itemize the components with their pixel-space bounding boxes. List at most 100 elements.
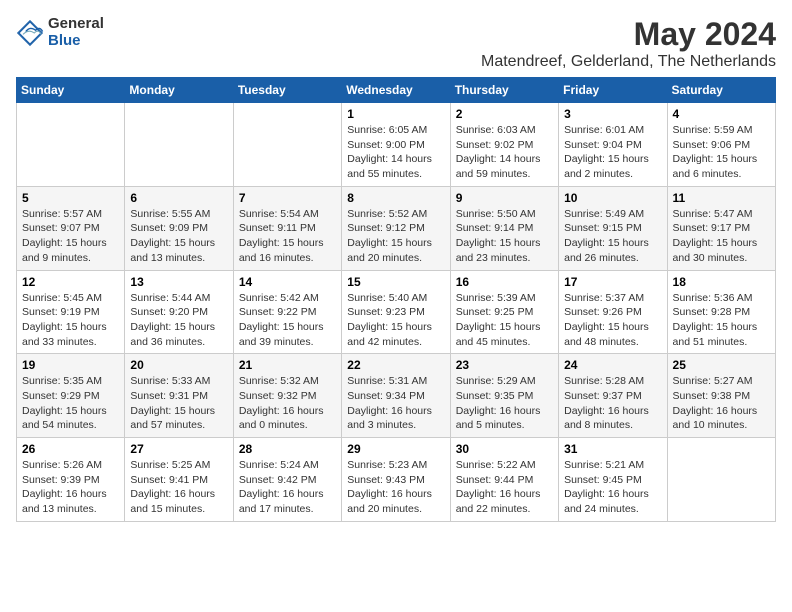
day-number: 2 bbox=[456, 107, 553, 121]
calendar-cell: 7 Sunrise: 5:54 AMSunset: 9:11 PMDaylight… bbox=[233, 186, 341, 270]
day-info: Sunrise: 5:39 AMSunset: 9:25 PMDaylight:… bbox=[456, 291, 553, 350]
weekday-header-sunday: Sunday bbox=[17, 78, 125, 103]
day-number: 3 bbox=[564, 107, 661, 121]
day-info: Sunrise: 5:50 AMSunset: 9:14 PMDaylight:… bbox=[456, 207, 553, 266]
day-info: Sunrise: 5:27 AMSunset: 9:38 PMDaylight:… bbox=[673, 374, 770, 433]
day-info: Sunrise: 5:44 AMSunset: 9:20 PMDaylight:… bbox=[130, 291, 227, 350]
calendar-cell: 12 Sunrise: 5:45 AMSunset: 9:19 PMDayligh… bbox=[17, 270, 125, 354]
day-info: Sunrise: 5:52 AMSunset: 9:12 PMDaylight:… bbox=[347, 207, 444, 266]
calendar-cell: 29 Sunrise: 5:23 AMSunset: 9:43 PMDayligh… bbox=[342, 438, 450, 522]
day-number: 5 bbox=[22, 191, 119, 205]
day-info: Sunrise: 5:33 AMSunset: 9:31 PMDaylight:… bbox=[130, 374, 227, 433]
weekday-header-wednesday: Wednesday bbox=[342, 78, 450, 103]
calendar-week-row: 1Sunrise: 6:05 AMSunset: 9:00 PMDaylight… bbox=[17, 103, 776, 187]
day-number: 30 bbox=[456, 442, 553, 456]
logo-text: General Blue bbox=[48, 16, 104, 49]
location-subtitle: Matendreef, Gelderland, The Netherlands bbox=[481, 53, 776, 71]
calendar-cell: 24 Sunrise: 5:28 AMSunset: 9:37 PMDayligh… bbox=[559, 354, 667, 438]
day-info: Sunrise: 5:32 AMSunset: 9:32 PMDaylight:… bbox=[239, 374, 336, 433]
calendar-cell: 30Sunrise: 5:22 AMSunset: 9:44 PMDayligh… bbox=[450, 438, 558, 522]
day-number: 15 bbox=[347, 275, 444, 289]
calendar-week-row: 26 Sunrise: 5:26 AMSunset: 9:39 PMDayligh… bbox=[17, 438, 776, 522]
day-number: 28 bbox=[239, 442, 336, 456]
weekday-header-friday: Friday bbox=[559, 78, 667, 103]
calendar-week-row: 5 Sunrise: 5:57 AMSunset: 9:07 PMDaylight… bbox=[17, 186, 776, 270]
day-number: 31 bbox=[564, 442, 661, 456]
day-number: 14 bbox=[239, 275, 336, 289]
day-info: Sunrise: 5:24 AMSunset: 9:42 PMDaylight:… bbox=[239, 458, 336, 517]
day-number: 11 bbox=[673, 191, 770, 205]
day-info: Sunrise: 5:37 AMSunset: 9:26 PMDaylight:… bbox=[564, 291, 661, 350]
day-info: Sunrise: 5:31 AMSunset: 9:34 PMDaylight:… bbox=[347, 374, 444, 433]
page-header: General Blue May 2024 Matendreef, Gelder… bbox=[16, 16, 776, 71]
calendar-cell: 5 Sunrise: 5:57 AMSunset: 9:07 PMDaylight… bbox=[17, 186, 125, 270]
logo: General Blue bbox=[16, 16, 104, 49]
calendar-cell: 23 Sunrise: 5:29 AMSunset: 9:35 PMDayligh… bbox=[450, 354, 558, 438]
day-number: 19 bbox=[22, 358, 119, 372]
calendar-cell: 22 Sunrise: 5:31 AMSunset: 9:34 PMDayligh… bbox=[342, 354, 450, 438]
day-number: 12 bbox=[22, 275, 119, 289]
day-info: Sunrise: 5:57 AMSunset: 9:07 PMDaylight:… bbox=[22, 207, 119, 266]
day-number: 22 bbox=[347, 358, 444, 372]
calendar-week-row: 19 Sunrise: 5:35 AMSunset: 9:29 PMDayligh… bbox=[17, 354, 776, 438]
day-number: 27 bbox=[130, 442, 227, 456]
day-number: 16 bbox=[456, 275, 553, 289]
day-number: 21 bbox=[239, 358, 336, 372]
logo-icon bbox=[16, 19, 44, 47]
calendar-cell: 11 Sunrise: 5:47 AMSunset: 9:17 PMDayligh… bbox=[667, 186, 775, 270]
weekday-header-row: SundayMondayTuesdayWednesdayThursdayFrid… bbox=[17, 78, 776, 103]
calendar-cell: 2 Sunrise: 6:03 AMSunset: 9:02 PMDaylight… bbox=[450, 103, 558, 187]
day-info: Sunrise: 5:23 AMSunset: 9:43 PMDaylight:… bbox=[347, 458, 444, 517]
calendar-cell: 1Sunrise: 6:05 AMSunset: 9:00 PMDaylight… bbox=[342, 103, 450, 187]
day-number: 23 bbox=[456, 358, 553, 372]
weekday-header-monday: Monday bbox=[125, 78, 233, 103]
day-info: Sunrise: 5:59 AMSunset: 9:06 PMDaylight:… bbox=[673, 123, 770, 182]
calendar-cell bbox=[17, 103, 125, 187]
day-info: Sunrise: 5:54 AMSunset: 9:11 PMDaylight:… bbox=[239, 207, 336, 266]
day-info: Sunrise: 5:49 AMSunset: 9:15 PMDaylight:… bbox=[564, 207, 661, 266]
day-info: Sunrise: 5:47 AMSunset: 9:17 PMDaylight:… bbox=[673, 207, 770, 266]
weekday-header-tuesday: Tuesday bbox=[233, 78, 341, 103]
day-number: 4 bbox=[673, 107, 770, 121]
calendar-cell: 31 Sunrise: 5:21 AMSunset: 9:45 PMDayligh… bbox=[559, 438, 667, 522]
calendar-week-row: 12 Sunrise: 5:45 AMSunset: 9:19 PMDayligh… bbox=[17, 270, 776, 354]
day-info: Sunrise: 5:35 AMSunset: 9:29 PMDaylight:… bbox=[22, 374, 119, 433]
calendar-cell: 3Sunrise: 6:01 AMSunset: 9:04 PMDaylight… bbox=[559, 103, 667, 187]
day-number: 10 bbox=[564, 191, 661, 205]
day-info: Sunrise: 5:28 AMSunset: 9:37 PMDaylight:… bbox=[564, 374, 661, 433]
day-info: Sunrise: 5:45 AMSunset: 9:19 PMDaylight:… bbox=[22, 291, 119, 350]
calendar-cell: 9Sunrise: 5:50 AMSunset: 9:14 PMDaylight… bbox=[450, 186, 558, 270]
day-number: 24 bbox=[564, 358, 661, 372]
calendar-header: SundayMondayTuesdayWednesdayThursdayFrid… bbox=[17, 78, 776, 103]
day-number: 26 bbox=[22, 442, 119, 456]
calendar-cell: 10 Sunrise: 5:49 AMSunset: 9:15 PMDayligh… bbox=[559, 186, 667, 270]
day-info: Sunrise: 5:26 AMSunset: 9:39 PMDaylight:… bbox=[22, 458, 119, 517]
day-info: Sunrise: 5:29 AMSunset: 9:35 PMDaylight:… bbox=[456, 374, 553, 433]
day-number: 18 bbox=[673, 275, 770, 289]
day-number: 20 bbox=[130, 358, 227, 372]
day-number: 8 bbox=[347, 191, 444, 205]
day-info: Sunrise: 6:03 AMSunset: 9:02 PMDaylight:… bbox=[456, 123, 553, 182]
day-number: 29 bbox=[347, 442, 444, 456]
day-number: 7 bbox=[239, 191, 336, 205]
calendar-cell: 25Sunrise: 5:27 AMSunset: 9:38 PMDayligh… bbox=[667, 354, 775, 438]
day-info: Sunrise: 5:21 AMSunset: 9:45 PMDaylight:… bbox=[564, 458, 661, 517]
calendar-cell bbox=[125, 103, 233, 187]
day-number: 6 bbox=[130, 191, 227, 205]
day-info: Sunrise: 5:55 AMSunset: 9:09 PMDaylight:… bbox=[130, 207, 227, 266]
calendar-cell: 18Sunrise: 5:36 AMSunset: 9:28 PMDayligh… bbox=[667, 270, 775, 354]
calendar-cell: 20 Sunrise: 5:33 AMSunset: 9:31 PMDayligh… bbox=[125, 354, 233, 438]
calendar-cell: 21 Sunrise: 5:32 AMSunset: 9:32 PMDayligh… bbox=[233, 354, 341, 438]
calendar-cell bbox=[233, 103, 341, 187]
calendar-cell: 8 Sunrise: 5:52 AMSunset: 9:12 PMDaylight… bbox=[342, 186, 450, 270]
weekday-header-saturday: Saturday bbox=[667, 78, 775, 103]
day-number: 17 bbox=[564, 275, 661, 289]
day-number: 13 bbox=[130, 275, 227, 289]
calendar-cell: 4 Sunrise: 5:59 AMSunset: 9:06 PMDaylight… bbox=[667, 103, 775, 187]
title-area: May 2024 Matendreef, Gelderland, The Net… bbox=[481, 16, 776, 71]
calendar-cell: 14 Sunrise: 5:42 AMSunset: 9:22 PMDayligh… bbox=[233, 270, 341, 354]
calendar-body: 1Sunrise: 6:05 AMSunset: 9:00 PMDaylight… bbox=[17, 103, 776, 522]
day-info: Sunrise: 5:25 AMSunset: 9:41 PMDaylight:… bbox=[130, 458, 227, 517]
calendar-cell: 15Sunrise: 5:40 AMSunset: 9:23 PMDayligh… bbox=[342, 270, 450, 354]
day-info: Sunrise: 5:42 AMSunset: 9:22 PMDaylight:… bbox=[239, 291, 336, 350]
